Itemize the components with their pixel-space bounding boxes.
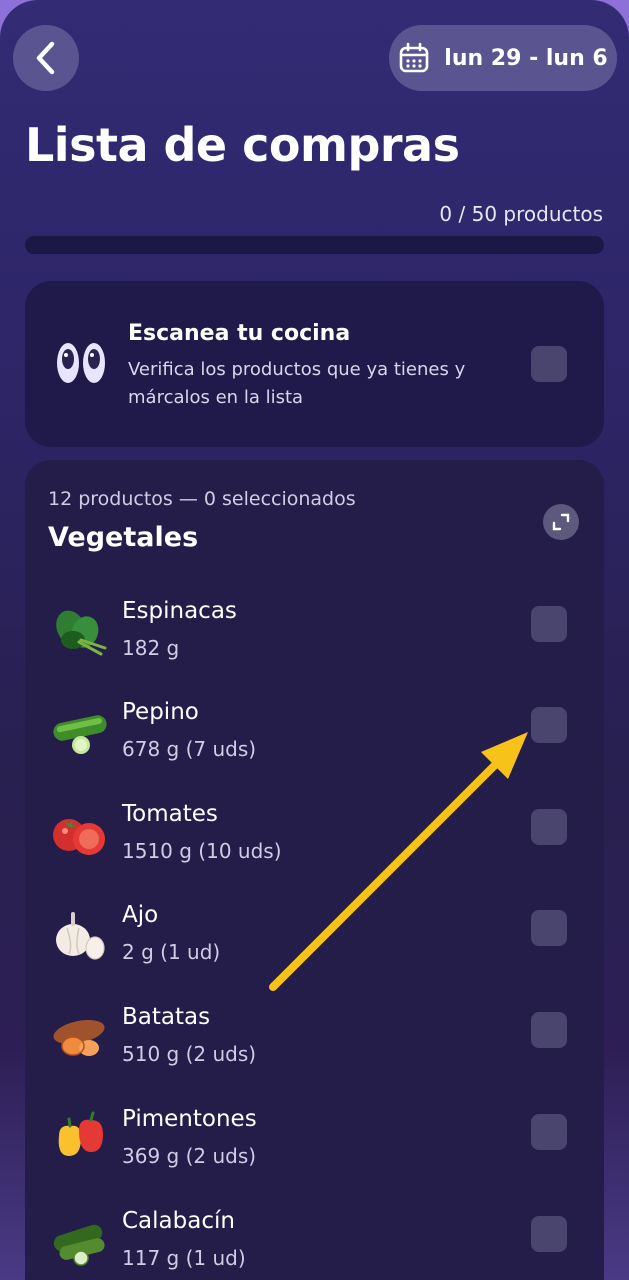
page-title: Lista de compras: [25, 118, 460, 172]
date-range-button[interactable]: lun 29 - lun 6: [389, 25, 617, 91]
product-counter: 0 / 50 productos: [439, 202, 603, 226]
item-quantity: 369 g (2 uds): [122, 1144, 257, 1168]
item-checkbox[interactable]: [531, 606, 567, 642]
cucumber-icon: [53, 715, 107, 754]
date-range-label: lun 29 - lun 6: [444, 45, 608, 71]
item-checkbox[interactable]: [531, 1216, 567, 1252]
progress-bar: [25, 236, 604, 254]
category-card: 12 productos — 0 seleccionados Vegetales…: [25, 460, 604, 1280]
list-item[interactable]: Batatas 510 g (2 uds): [25, 994, 604, 1084]
item-name: Pimentones: [122, 1106, 257, 1132]
item-name: Ajo: [122, 902, 159, 928]
calendar-icon: [399, 42, 429, 73]
category-meta: 12 productos — 0 seleccionados: [48, 488, 356, 510]
list-item[interactable]: Espinacas 182 g: [25, 588, 604, 678]
zucchini-icon: [53, 1224, 105, 1266]
item-quantity: 117 g (1 ud): [122, 1246, 246, 1270]
bell-pepper-icon: [58, 1111, 103, 1156]
item-name: Espinacas: [122, 598, 237, 624]
item-checkbox[interactable]: [531, 1114, 567, 1150]
item-quantity: 182 g: [122, 636, 180, 660]
scan-checkbox[interactable]: [531, 346, 567, 382]
scan-title: Escanea tu cocina: [128, 321, 351, 346]
expand-icon: [552, 513, 570, 531]
item-quantity: 1510 g (10 uds): [122, 839, 282, 863]
chevron-left-icon: [36, 41, 55, 75]
item-name: Calabacín: [122, 1208, 235, 1234]
sweet-potato-icon: [53, 1019, 105, 1056]
tomato-icon: [53, 819, 105, 855]
scan-description: Verifica los productos que ya tienes y m…: [128, 359, 466, 408]
scan-kitchen-card[interactable]: Escanea tu cocina Verifica los productos…: [25, 281, 604, 447]
app-screen: lun 29 - lun 6 Lista de compras 0 / 50 p…: [0, 0, 629, 1280]
item-checkbox[interactable]: [531, 707, 567, 743]
item-name: Tomates: [122, 801, 218, 827]
item-checkbox[interactable]: [531, 809, 567, 845]
category-title: Vegetales: [48, 522, 199, 553]
expand-button[interactable]: [543, 504, 579, 540]
item-name: Batatas: [122, 1004, 211, 1030]
spinach-icon: [56, 610, 107, 656]
list-item[interactable]: Tomates 1510 g (10 uds): [25, 791, 604, 881]
list-item[interactable]: Pimentones 369 g (2 uds): [25, 1096, 604, 1186]
list-item[interactable]: Ajo 2 g (1 ud): [25, 892, 604, 982]
item-quantity: 678 g (7 uds): [122, 737, 257, 761]
item-checkbox[interactable]: [531, 1012, 567, 1048]
garlic-icon: [56, 912, 105, 960]
list-item[interactable]: Pepino 678 g (7 uds): [25, 689, 604, 779]
item-name: Pepino: [122, 699, 199, 725]
list-item[interactable]: Calabacín 117 g (1 ud): [25, 1198, 604, 1280]
item-quantity: 2 g (1 ud): [122, 940, 221, 964]
back-button[interactable]: [13, 25, 79, 91]
item-checkbox[interactable]: [531, 910, 567, 946]
eyes-icon: [57, 343, 105, 383]
item-quantity: 510 g (2 uds): [122, 1042, 257, 1066]
